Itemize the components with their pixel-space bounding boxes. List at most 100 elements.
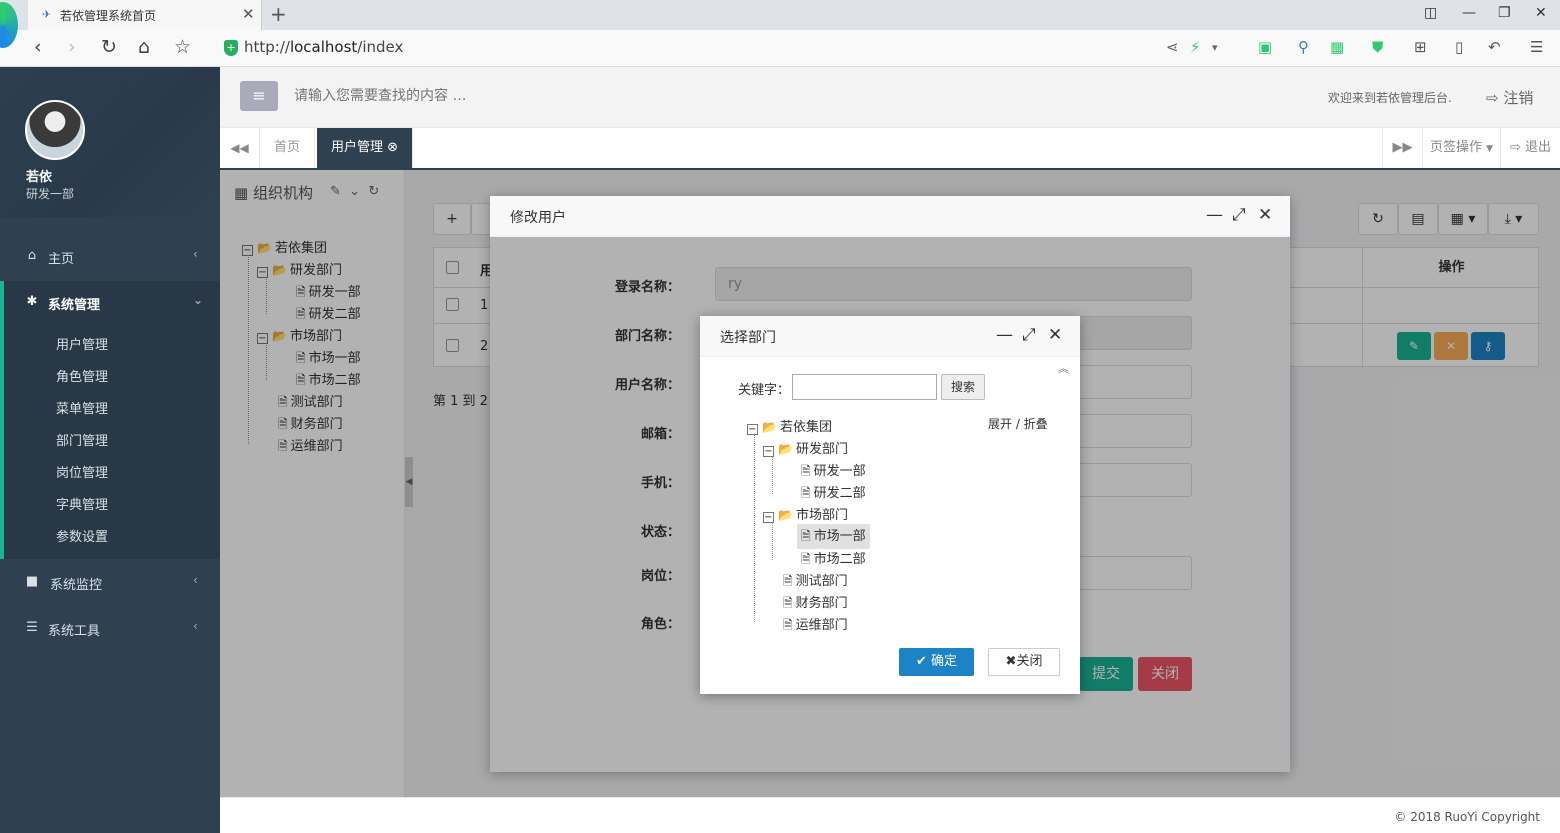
minimize-icon[interactable]: — bbox=[1462, 5, 1476, 21]
dialog-title: 修改用户 bbox=[510, 210, 566, 226]
maximize-icon[interactable]: ⤢ bbox=[1232, 205, 1246, 225]
confirm-label: 确定 bbox=[931, 654, 958, 669]
share-icon[interactable]: ⋖ bbox=[1166, 38, 1179, 56]
dept-tree-node-ops[interactable]: 🗎 运维部门 bbox=[783, 614, 848, 637]
secure-shield-icon: + bbox=[224, 40, 238, 56]
sidebar-item-home[interactable]: ⌂ 主页 ‹ bbox=[0, 235, 220, 279]
select-dept-dialog: 选择部门 — ⤢ ✕ ︽ 关键字： 搜索 展开 / 折叠 − 📂 若依集团 − 📂 研发… bbox=[700, 316, 1080, 694]
sidebar-item-tools[interactable]: ☰ 系统工具 ‹ bbox=[0, 607, 220, 651]
undo-icon[interactable]: ↶ bbox=[1488, 38, 1501, 56]
dept-tree-node-mkt[interactable]: − 📂 市场部门 bbox=[763, 504, 848, 523]
sidebar-item-label: 系统管理 bbox=[48, 298, 101, 313]
tab-label: 用户管理 bbox=[331, 140, 384, 155]
sidebar-item-label: 系统工具 bbox=[48, 624, 101, 639]
browser-tab[interactable]: ✈ 若依管理系统首页 ✕ bbox=[28, 0, 262, 30]
tree-node-label: 市场部门 bbox=[795, 508, 848, 523]
confirm-button[interactable]: ✔ 确定 bbox=[899, 648, 974, 676]
reload-icon[interactable]: ↻ bbox=[101, 36, 117, 58]
tree-node-label: 测试部门 bbox=[795, 574, 848, 589]
scroll-up-icon[interactable]: ︽ bbox=[1058, 360, 1069, 376]
sidebar-item-label: 系统监控 bbox=[50, 578, 103, 593]
logout-icon: ⇨ bbox=[1486, 89, 1499, 107]
chevron-left-icon: ‹ bbox=[193, 619, 198, 633]
address-bar[interactable]: http://localhost/index bbox=[244, 38, 403, 56]
favicon-icon: ✈ bbox=[42, 8, 52, 21]
dept-tree-node-rd1[interactable]: 🗎 研发一部 bbox=[801, 460, 866, 483]
apps-icon[interactable]: ⊞ bbox=[1414, 38, 1427, 56]
chevron-left-icon: ‹ bbox=[193, 573, 198, 587]
tab-user-management[interactable]: 用户管理 ⊗ bbox=[317, 128, 414, 168]
star-icon[interactable]: ☆ bbox=[174, 36, 191, 58]
page-ops-dropdown[interactable]: 页签操作 ▼ bbox=[1422, 128, 1500, 168]
home-icon[interactable]: ⌂ bbox=[138, 36, 150, 58]
browser-toolbar: ‹ › ↻ ⌂ ☆ + http://localhost/index ⋖ ⚡ ▾… bbox=[0, 30, 1560, 67]
chevron-down-icon[interactable]: ▾ bbox=[1212, 41, 1218, 54]
dept-tree-node-test[interactable]: 🗎 测试部门 bbox=[783, 570, 848, 593]
submenu-item-menu[interactable]: 菜单管理 bbox=[56, 398, 108, 417]
search-button[interactable]: 搜索 bbox=[941, 374, 985, 400]
phone-icon[interactable]: ▯ bbox=[1455, 38, 1463, 56]
dept-tree-node-fin[interactable]: 🗎 财务部门 bbox=[783, 592, 848, 615]
dept-tree-node-mkt1-selected[interactable]: 🗎 市场一部 bbox=[797, 524, 870, 549]
top-header: ≡ 欢迎来到若依管理后台. ⇨ 注销 bbox=[220, 67, 1560, 128]
check-icon: ✔ bbox=[915, 654, 927, 669]
submenu-item-role[interactable]: 角色管理 bbox=[56, 366, 108, 385]
submenu-item-config[interactable]: 参数设置 bbox=[56, 526, 108, 545]
dept-close-button[interactable]: ✖关闭 bbox=[988, 648, 1060, 676]
sidebar-item-monitor[interactable]: ■ 系统监控 ‹ bbox=[0, 561, 220, 605]
restore-icon[interactable]: ❐ bbox=[1498, 5, 1511, 21]
menu-icon[interactable]: ☰ bbox=[1530, 38, 1543, 56]
dept-tree-node-root[interactable]: − 📂 若依集团 bbox=[747, 416, 832, 435]
tab-scroll-left-icon[interactable]: ◀◀ bbox=[220, 128, 260, 168]
minimize-icon[interactable]: — bbox=[996, 325, 1013, 345]
dept-tree-node-rd[interactable]: − 📂 研发部门 bbox=[763, 438, 848, 457]
exit-icon: ⇨ bbox=[1509, 140, 1521, 155]
submenu-item-post[interactable]: 岗位管理 bbox=[56, 462, 108, 481]
tab-home[interactable]: 首页 bbox=[260, 128, 316, 168]
exit-label: 退出 bbox=[1525, 140, 1552, 155]
close-icon[interactable]: ✕ bbox=[1048, 325, 1062, 345]
profile-dept: 研发一部 bbox=[26, 187, 75, 201]
page-tab-strip: ◀◀ 首页 用户管理 ⊗ ▶▶ 页签操作 ▼ ⇨ 退出 bbox=[220, 128, 1560, 170]
browser-tab-title: 若依管理系统首页 bbox=[60, 9, 157, 23]
dept-tree-node-rd2[interactable]: 🗎 研发二部 bbox=[801, 482, 866, 505]
gamepad-icon[interactable]: ▦ bbox=[1330, 38, 1344, 56]
submenu-item-dict[interactable]: 字典管理 bbox=[56, 494, 108, 513]
forward-icon[interactable]: › bbox=[68, 36, 76, 58]
global-search-input[interactable] bbox=[288, 79, 688, 113]
close-circle-icon[interactable]: ⊗ bbox=[387, 140, 398, 155]
submenu-item-dept[interactable]: 部门管理 bbox=[56, 430, 108, 449]
video-icon: ■ bbox=[25, 574, 39, 589]
window-close-icon[interactable]: ✕ bbox=[1535, 5, 1547, 21]
sidebar: 若依 研发一部 ⌂ 主页 ‹ ✱ 系统管理 ⌄ 用户管理 角色管理 菜单管理 部… bbox=[0, 67, 220, 833]
page-ops-label: 页签操作 bbox=[1429, 140, 1482, 155]
close-tab-icon[interactable]: ✕ bbox=[242, 5, 255, 23]
back-icon[interactable]: ‹ bbox=[34, 36, 42, 58]
tree-node-label: 研发二部 bbox=[813, 486, 866, 501]
menu-toggle-button[interactable]: ≡ bbox=[240, 81, 278, 111]
dialog-header: 选择部门 — ⤢ ✕ bbox=[700, 316, 1080, 357]
tab-exit-button[interactable]: ⇨ 退出 bbox=[1500, 128, 1560, 168]
close-icon[interactable]: ✕ bbox=[1258, 205, 1272, 225]
expand-collapse-link[interactable]: 展开 / 折叠 bbox=[988, 415, 1048, 432]
welcome-text: 欢迎来到若依管理后台. bbox=[1328, 91, 1452, 105]
gear-icon: ✱ bbox=[26, 294, 38, 309]
maximize-icon[interactable]: ⤢ bbox=[1022, 325, 1036, 345]
shield-yen-icon[interactable]: ⛊ bbox=[1372, 38, 1383, 56]
translate-icon[interactable]: ▣ bbox=[1258, 38, 1272, 56]
search-icon[interactable]: ⚲ bbox=[1298, 38, 1309, 56]
new-tab-icon[interactable]: + bbox=[270, 2, 287, 26]
sidebar-item-system[interactable]: ✱ 系统管理 ⌄ bbox=[0, 281, 220, 325]
copyright-text: © 2018 RuoYi Copyright bbox=[1394, 810, 1540, 824]
dept-tree-node-mkt2[interactable]: 🗎 市场二部 bbox=[801, 548, 866, 571]
avatar[interactable] bbox=[25, 100, 85, 160]
submenu-item-user[interactable]: 用户管理 bbox=[56, 334, 108, 353]
logout-link[interactable]: ⇨ 注销 bbox=[1486, 87, 1533, 108]
keyword-input[interactable] bbox=[792, 374, 937, 400]
lightning-icon[interactable]: ⚡ bbox=[1190, 38, 1201, 56]
submenu-system: 用户管理 角色管理 菜单管理 部门管理 岗位管理 字典管理 参数设置 bbox=[0, 323, 220, 559]
home-icon: ⌂ bbox=[27, 248, 37, 263]
shirt-icon[interactable]: ◫ bbox=[1424, 5, 1437, 21]
minimize-icon[interactable]: — bbox=[1206, 205, 1223, 225]
tab-scroll-right-icon[interactable]: ▶▶ bbox=[1382, 128, 1422, 168]
